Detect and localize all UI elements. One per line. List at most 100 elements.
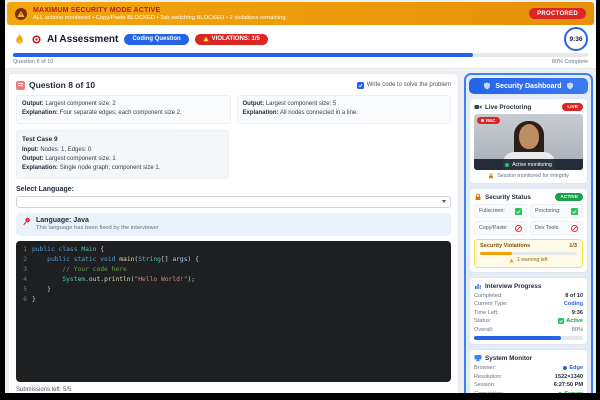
code-line: 4 System.out.println("Hello World!"); [23,275,196,283]
language-title: Language: Java [36,216,89,224]
monitor-row-session: Session: 6:27:50 PM [474,382,583,389]
person-face [518,124,539,149]
violations-badge: VIOLATIONS: 1/5 [194,33,268,45]
monitor-icon [474,355,482,362]
progress-row-type: Current Type: Coding [474,301,583,308]
chevron-down-icon [442,200,446,204]
example-block: Output: Largest component size: 5 Explan… [236,95,451,124]
test-case-input: Nodes: 1, Edges: 0 [40,146,92,153]
test-case-block: Test Case 9 Input: Nodes: 1, Edges: 0 Ou… [16,129,230,179]
system-monitor-title: System Monitor [485,354,533,362]
system-monitor-card: System Monitor Browser: Edge Resolution:… [469,349,588,393]
example-output: Largest component size: 2 [45,101,116,107]
monitor-row-connection: Connection: Secure [474,391,583,393]
question-title: Question 8 of 10 [29,80,96,90]
select-language-label: Select Language: [16,185,74,193]
code-editor[interactable]: 1 public class Main {2 public static void… [16,240,451,382]
example-explanation: All nodes connected in a line. [279,110,358,117]
check-dev-tools: Dev Tools: [530,221,583,235]
app-header: AI Assessment Coding Question VIOLATIONS… [5,25,596,69]
violations-count: 1/3 [569,243,577,249]
warning-icon [15,7,27,20]
lock-icon [489,173,494,179]
app-page: MAXIMUM SECURITY MODE ACTIVE ALL actions… [5,0,596,393]
warning-left-text: 1 warning left [516,257,548,263]
green-dot-icon [505,162,510,167]
shield-icon [566,82,573,90]
interview-progress-fill [474,336,562,341]
security-dashboard: Security Dashboard Live Proctoring LIVE … [464,73,593,393]
active-monitoring-bar: Active monitoring [474,159,583,170]
pin-icon [22,217,31,231]
example-explanation: Four separate edges; each component size… [59,110,182,117]
test-case-output: Largest component size: 1 [45,155,116,162]
progress-row-completed: Completed: 8 of 10 [474,292,583,299]
warning-icon [203,36,209,42]
interview-progress-track [474,336,583,341]
question-panel: Question 8 of 10 Write code to solve the… [8,73,459,393]
live-proctoring-card: Live Proctoring LIVE REC Active monitori… [469,98,588,184]
submissions-left: Submissions left: 5/5 [16,386,72,393]
violations-title: Security Violations [480,243,531,249]
progress-row-time: Time Left: 9:36 [474,309,583,316]
example-output: Largest component size: 5 [265,101,337,107]
check-icon [571,207,578,215]
webcam-feed: REC Active monitoring [474,114,583,170]
camera-icon [474,105,482,109]
blocked-icon [571,224,578,232]
progress-label-left: Question 8 of 10 [13,59,54,65]
monitor-row-browser: Browser: Edge [474,365,583,372]
progress-row-overall: Overall: 80% [474,326,583,333]
code-line: 6} [23,295,36,303]
question-type-badge: Coding Question [124,33,189,45]
security-banner: MAXIMUM SECURITY MODE ACTIVE ALL actions… [7,2,594,25]
question-icon [16,80,25,90]
code-lines: 1 public class Main {2 public static void… [16,245,451,305]
banner-text: MAXIMUM SECURITY MODE ACTIVE ALL actions… [33,7,286,21]
test-case-title: Test Case 9 [22,135,58,143]
lock-icon [475,193,481,200]
progress-label-right: 80% Complete [551,59,588,65]
shield-icon [484,82,491,90]
security-status-card: Security Status ACTIVE Fullscreen: Proct… [469,188,588,273]
question-instruction: Write code to solve the problem [366,82,451,88]
language-subtitle: This language has been fixed by the inte… [36,224,159,231]
chart-icon [475,284,481,289]
violations-progress-fill [480,251,512,255]
warning-icon [509,258,514,262]
security-status-title: Security Status [485,193,531,201]
progress-row-status: Status: Active [474,318,583,325]
live-proctoring-title: Live Proctoring [485,103,532,111]
security-violations-box: Security Violations 1/3 1 warning left [474,239,583,268]
check-proctoring: Proctoring: [530,204,583,218]
active-badge: ACTIVE [555,193,583,201]
live-badge: LIVE [562,103,583,111]
globe-icon [563,366,568,371]
example-block: Output: Largest component size: 2 Explan… [16,95,231,124]
interview-progress-card: Interview Progress Completed: 8 of 10 Cu… [469,277,588,346]
session-note: Session monitored for integrity [474,173,583,179]
code-line: 1 public class Main { [23,245,105,253]
violations-progress-track [480,251,577,255]
banner-title: MAXIMUM SECURITY MODE ACTIVE [33,6,161,14]
code-line: 3 // Your code here [23,265,127,273]
check-icon [558,318,565,325]
check-copy-paste: Copy/Paste: [474,221,527,235]
code-line: 5 } [23,285,51,293]
banner-subtitle: ALL actions monitored • Copy/Paste BLOCK… [33,14,286,21]
target-icon [32,34,41,44]
monitor-row-resolution: Resolution: 1522×1340 [474,373,583,380]
countdown-timer: 9:36 [564,27,588,51]
language-info-box: Language: Java This language has been fi… [16,212,451,236]
check-icon [515,207,522,215]
blocked-icon [515,224,522,232]
language-select[interactable] [16,195,451,208]
write-code-checkbox[interactable] [356,81,364,89]
check-fullscreen: Fullscreen: [474,204,527,218]
security-dashboard-header: Security Dashboard [469,78,588,94]
test-case-explanation: Single node graph; component size 1. [59,165,161,172]
proctored-badge: PROCTORED [529,8,586,19]
green-dot-icon [558,391,563,393]
rec-dot-icon [481,119,484,122]
interview-progress-title: Interview Progress [485,282,542,290]
